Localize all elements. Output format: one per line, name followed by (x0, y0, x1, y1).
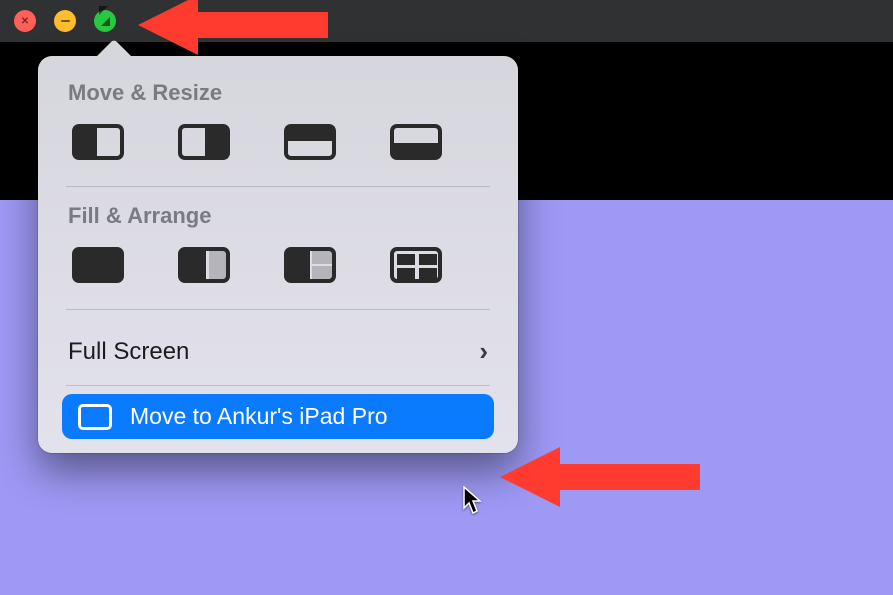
fill-quadrants-icon[interactable] (390, 247, 442, 283)
full-screen-row[interactable]: Full Screen › (38, 326, 518, 385)
fill-arrange-row (38, 247, 518, 309)
minimize-icon (61, 20, 70, 23)
zoom-button-popover: Move & Resize Fill & Arrange Full Screen… (38, 56, 518, 453)
divider (66, 309, 490, 310)
tile-right-icon[interactable] (178, 124, 230, 160)
tile-left-icon[interactable] (72, 124, 124, 160)
move-to-device-label: Move to Ankur's iPad Pro (130, 403, 388, 430)
section-move-resize-title: Move & Resize (38, 74, 518, 124)
fill-left-quarters-icon[interactable] (284, 247, 336, 283)
mouse-cursor (463, 486, 485, 521)
zoom-button[interactable] (94, 10, 116, 32)
window-titlebar (0, 0, 893, 42)
fill-full-icon[interactable] (72, 247, 124, 283)
fill-left-two-thirds-icon[interactable] (178, 247, 230, 283)
section-fill-arrange-title: Fill & Arrange (38, 203, 518, 247)
full-screen-label: Full Screen (68, 338, 189, 366)
tile-top-icon[interactable] (284, 124, 336, 160)
close-button[interactable] (14, 10, 36, 32)
minimize-button[interactable] (54, 10, 76, 32)
close-icon (21, 16, 29, 27)
annotation-arrow-bottom (500, 442, 700, 517)
move-to-device-row[interactable]: Move to Ankur's iPad Pro (62, 394, 494, 439)
screenshot-stage: Move & Resize Fill & Arrange Full Screen… (0, 0, 893, 595)
divider (66, 385, 490, 386)
divider (66, 186, 490, 187)
ipad-icon (78, 404, 112, 430)
move-resize-row (38, 124, 518, 186)
fullscreen-icon (101, 17, 110, 26)
tile-bottom-icon[interactable] (390, 124, 442, 160)
chevron-right-icon: › (479, 336, 488, 367)
